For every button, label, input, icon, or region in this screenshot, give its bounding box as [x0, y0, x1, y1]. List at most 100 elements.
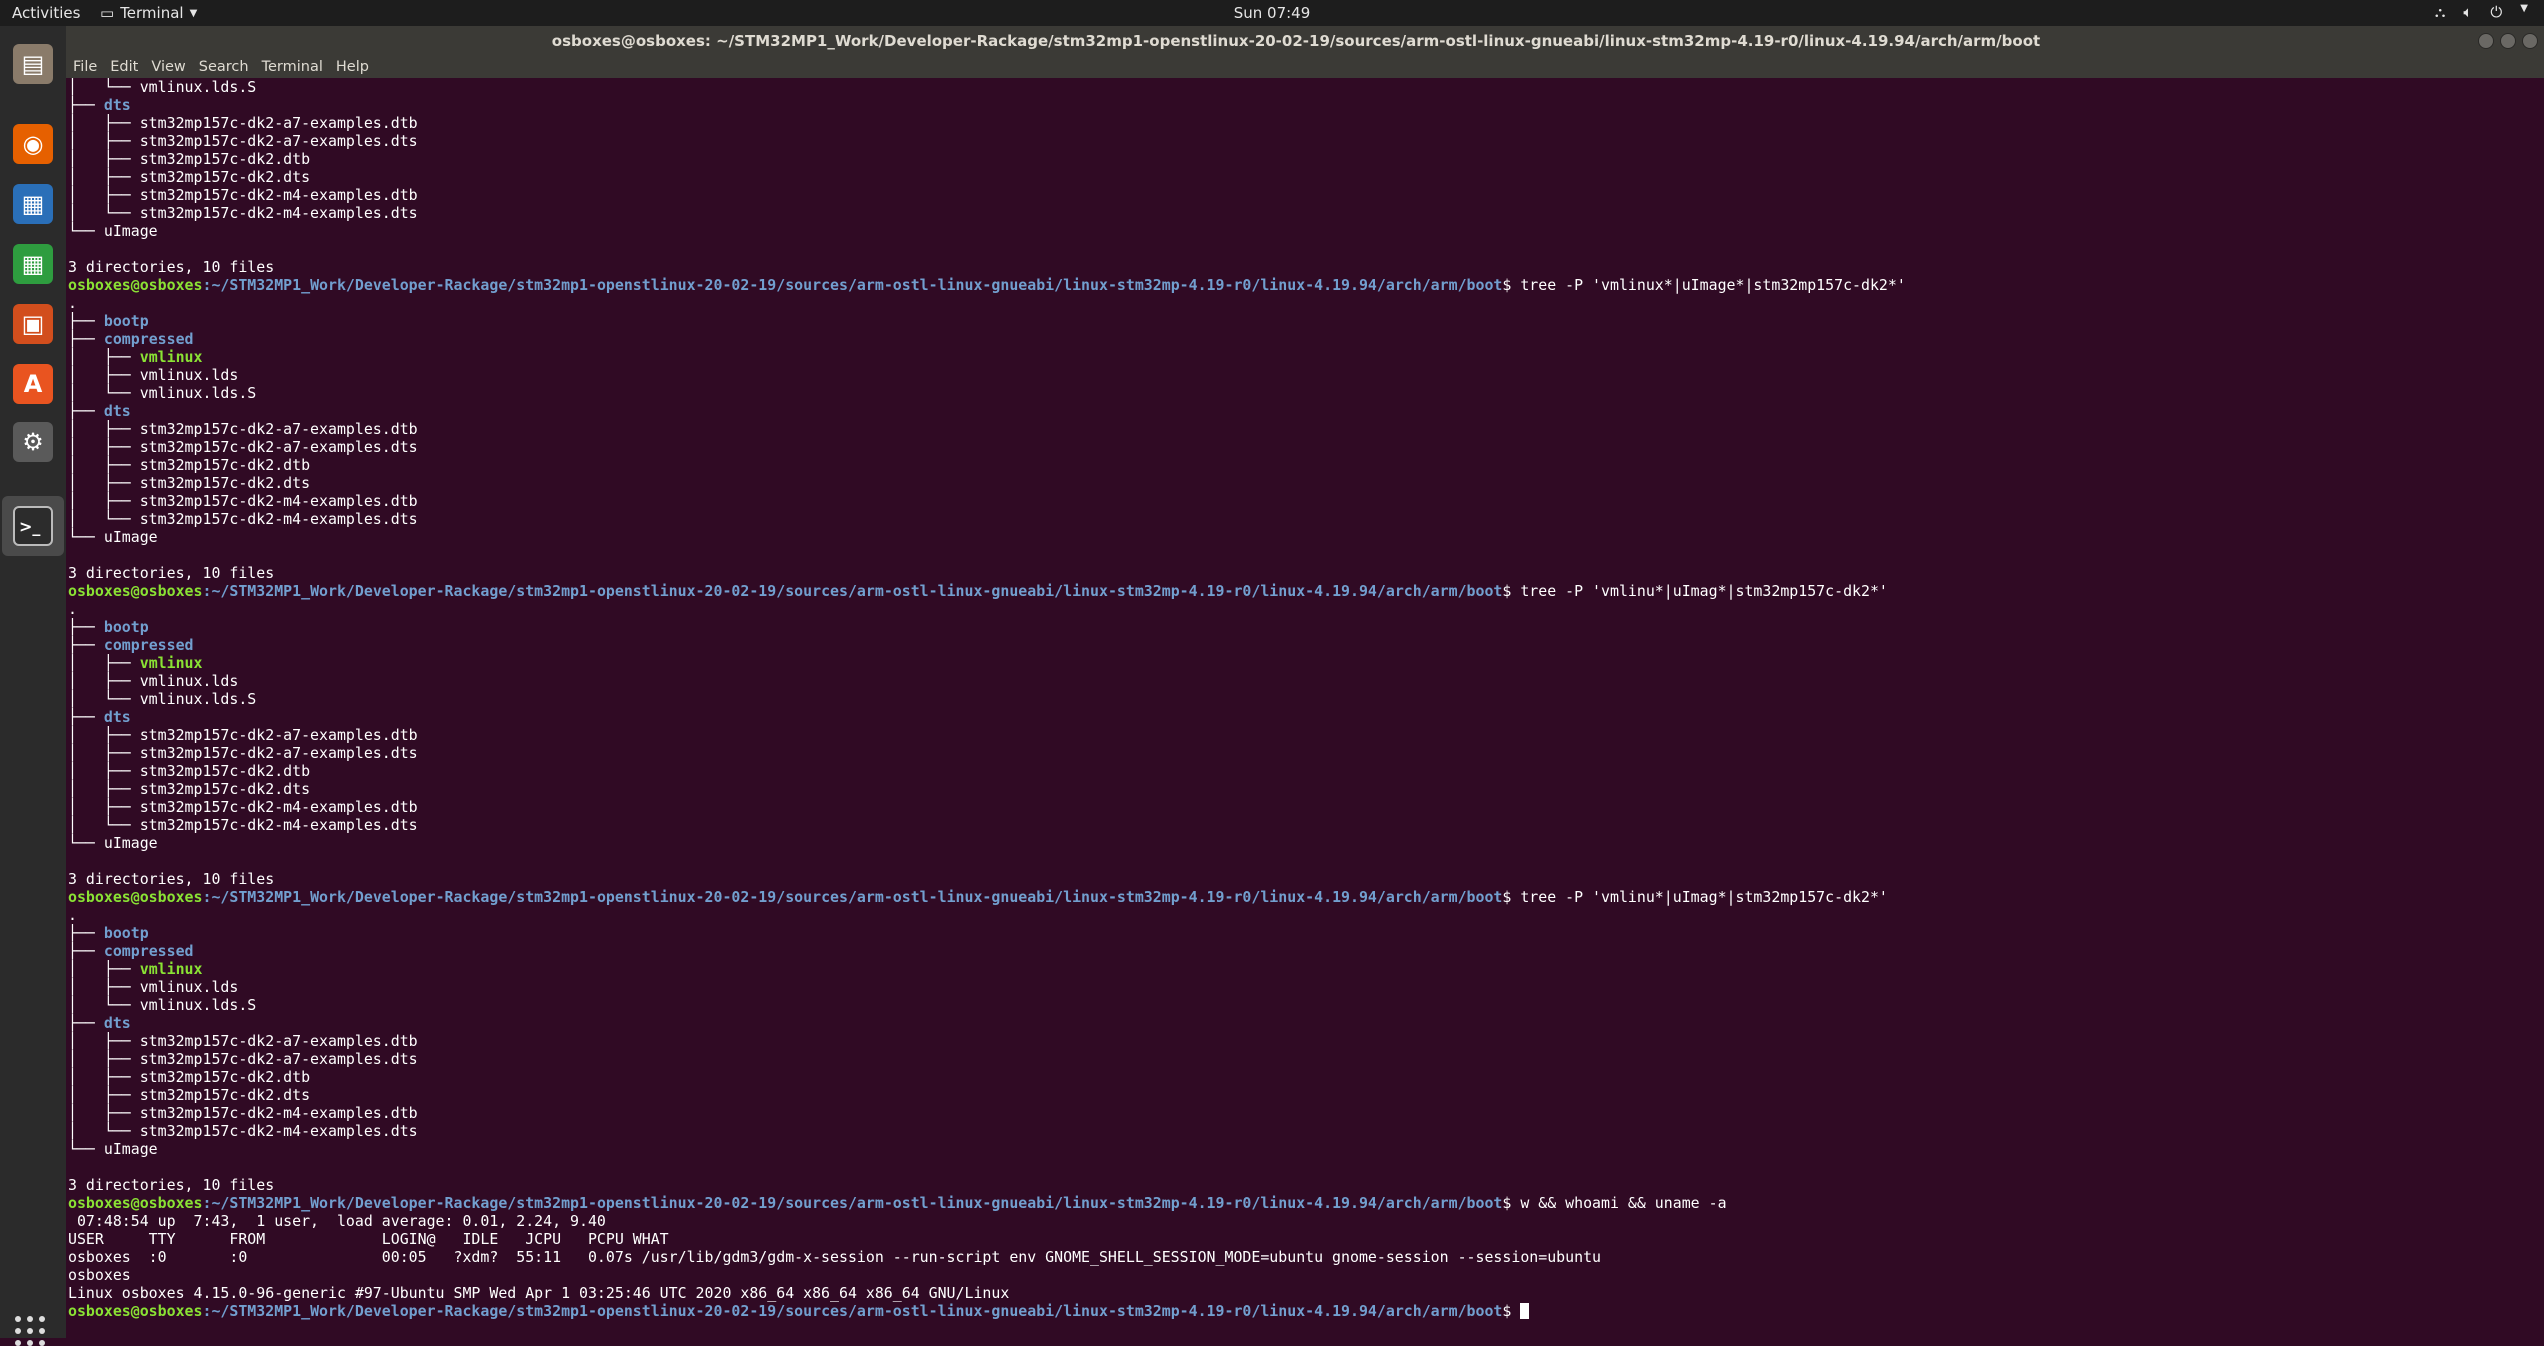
output-line: │ ├── stm32mp157c-dk2-a7-examples.dts	[68, 744, 418, 762]
output-line: │ └── vmlinux.lds.S	[68, 384, 257, 402]
prompt-path: :~/STM32MP1_Work/Developer-Rackage/stm32…	[202, 1194, 1503, 1212]
libreoffice-writer-icon: ▦	[13, 184, 53, 224]
top-bar: Activities ▭ Terminal ▼ Sun 07:49 ⛬ 🔈︎ ⏻…	[0, 0, 2544, 26]
system-settings-icon: ⚙	[13, 422, 53, 462]
executable-entry: vmlinux	[139, 654, 203, 672]
output-line: └── uImage	[68, 528, 158, 546]
dock: ▤ ◉ ▦ ▦ ▣ A ⚙ >_	[0, 26, 66, 1346]
output-line: ├── dts	[68, 708, 131, 726]
directory-entry: dts	[103, 402, 131, 420]
menu-view[interactable]: View	[151, 59, 185, 75]
maximize-button[interactable]	[2500, 33, 2516, 49]
output-line: USER TTY FROM LOGIN@ IDLE JCPU PCPU WHAT	[68, 1230, 669, 1248]
prompt-user: osboxes@osboxes	[68, 276, 203, 294]
chevron-down-icon: ▼	[2520, 3, 2528, 14]
prompt-line: osboxes@osboxes:~/STM32MP1_Work/Develope…	[68, 582, 1888, 600]
close-button[interactable]	[2522, 33, 2538, 49]
output-line: │ ├── stm32mp157c-dk2-m4-examples.dtb	[68, 492, 418, 510]
output-line: │ ├── stm32mp157c-dk2.dts	[68, 1086, 311, 1104]
prompt-path: :~/STM32MP1_Work/Developer-Rackage/stm32…	[202, 582, 1503, 600]
terminal-small-icon: ▭	[100, 4, 115, 22]
output-line: │ ├── stm32mp157c-dk2.dts	[68, 168, 311, 186]
files-icon: ▤	[13, 44, 53, 84]
output-line: osboxes :0 :0 00:05 ?xdm? 55:11 0.07s /u…	[68, 1248, 1602, 1266]
output-line: │ ├── stm32mp157c-dk2.dtb	[68, 762, 311, 780]
output-line: Linux osboxes 4.15.0-96-generic #97-Ubun…	[68, 1284, 1010, 1302]
app-menu[interactable]: ▭ Terminal ▼	[100, 4, 197, 22]
output-line: │ ├── stm32mp157c-dk2.dts	[68, 780, 311, 798]
output-line: 3 directories, 10 files	[68, 564, 275, 582]
output-line: └── uImage	[68, 1140, 158, 1158]
directory-entry: bootp	[103, 924, 149, 942]
directory-entry: dts	[103, 96, 131, 114]
output-line: │ ├── vmlinux	[68, 654, 203, 672]
prompt-path: :~/STM32MP1_Work/Developer-Rackage/stm32…	[202, 888, 1503, 906]
output-line: │ ├── stm32mp157c-dk2-m4-examples.dtb	[68, 186, 418, 204]
libreoffice-calc-launcher[interactable]: ▦	[9, 240, 57, 288]
menu-edit[interactable]: Edit	[110, 59, 138, 75]
output-line: │ └── stm32mp157c-dk2-m4-examples.dts	[68, 1122, 418, 1140]
directory-entry: dts	[103, 708, 131, 726]
power-icon: ⏻	[2490, 3, 2503, 21]
directory-entry: compressed	[103, 330, 194, 348]
terminal-launcher[interactable]: >_	[2, 496, 64, 556]
output-line: └── uImage	[68, 222, 158, 240]
output-line: │ ├── vmlinux	[68, 960, 203, 978]
system-settings-launcher[interactable]: ⚙	[9, 418, 57, 466]
output-line: │ ├── vmlinux.lds	[68, 672, 239, 690]
output-line: ├── dts	[68, 96, 131, 114]
prompt-path: :~/STM32MP1_Work/Developer-Rackage/stm32…	[202, 1302, 1503, 1320]
output-line: │ ├── stm32mp157c-dk2-a7-examples.dtb	[68, 726, 418, 744]
prompt-line: osboxes@osboxes:~/STM32MP1_Work/Develope…	[68, 276, 1906, 294]
prompt-user: osboxes@osboxes	[68, 888, 203, 906]
output-line: ├── bootp	[68, 312, 149, 330]
software-center-launcher[interactable]: A	[9, 360, 57, 408]
window-titlebar[interactable]: osboxes@osboxes: ~/STM32MP1_Work/Develop…	[66, 26, 2544, 56]
system-tray[interactable]: ⛬ 🔈︎ ⏻ ▼	[2435, 3, 2528, 21]
directory-entry: bootp	[103, 618, 149, 636]
show-applications-icon[interactable]	[15, 1316, 45, 1346]
libreoffice-calc-icon: ▦	[13, 244, 53, 284]
output-line: │ ├── vmlinux.lds	[68, 978, 239, 996]
libreoffice-impress-icon: ▣	[13, 304, 53, 344]
minimize-button[interactable]	[2478, 33, 2494, 49]
network-icon: ⛬	[2434, 3, 2446, 21]
prompt-path: :~/STM32MP1_Work/Developer-Rackage/stm32…	[202, 276, 1503, 294]
executable-entry: vmlinux	[139, 348, 203, 366]
output-line: │ ├── vmlinux	[68, 348, 203, 366]
output-line: │ ├── stm32mp157c-dk2-a7-examples.dtb	[68, 114, 418, 132]
output-line: ├── compressed	[68, 330, 194, 348]
output-line: │ ├── stm32mp157c-dk2-a7-examples.dtb	[68, 1032, 418, 1050]
menu-search[interactable]: Search	[199, 59, 249, 75]
output-line: │ └── vmlinux.lds.S	[68, 690, 257, 708]
libreoffice-impress-launcher[interactable]: ▣	[9, 300, 57, 348]
directory-entry: compressed	[103, 636, 194, 654]
output-line: 07:48:54 up 7:43, 1 user, load average: …	[68, 1212, 606, 1230]
firefox-launcher[interactable]: ◉	[9, 120, 57, 168]
menu-file[interactable]: File	[73, 59, 97, 75]
menu-help[interactable]: Help	[336, 59, 369, 75]
output-line: │ ├── stm32mp157c-dk2-m4-examples.dtb	[68, 798, 418, 816]
output-line: │ └── vmlinux.lds.S	[68, 78, 257, 96]
directory-entry: dts	[103, 1014, 131, 1032]
output-line: │ ├── stm32mp157c-dk2-a7-examples.dtb	[68, 420, 418, 438]
clock[interactable]: Sun 07:49	[1234, 4, 1311, 22]
terminal-output[interactable]: │ └── vmlinux.lds.S ├── dts │ ├── stm32mp1…	[66, 78, 2544, 1338]
output-line: │ ├── stm32mp157c-dk2-a7-examples.dts	[68, 132, 418, 150]
files-launcher[interactable]: ▤	[9, 40, 57, 88]
window-title: osboxes@osboxes: ~/STM32MP1_Work/Develop…	[551, 32, 2041, 50]
output-line: osboxes	[68, 1266, 131, 1284]
chevron-down-icon: ▼	[189, 7, 198, 19]
app-menu-label: Terminal	[120, 4, 184, 22]
text-cursor	[1520, 1303, 1530, 1319]
directory-entry: compressed	[103, 942, 194, 960]
directory-entry: bootp	[103, 312, 149, 330]
activities-button[interactable]: Activities	[12, 4, 80, 22]
firefox-icon: ◉	[13, 124, 53, 164]
menu-terminal[interactable]: Terminal	[262, 59, 323, 75]
output-line: ├── compressed	[68, 942, 194, 960]
libreoffice-writer-launcher[interactable]: ▦	[9, 180, 57, 228]
output-line: ├── compressed	[68, 636, 194, 654]
output-line: ├── bootp	[68, 618, 149, 636]
